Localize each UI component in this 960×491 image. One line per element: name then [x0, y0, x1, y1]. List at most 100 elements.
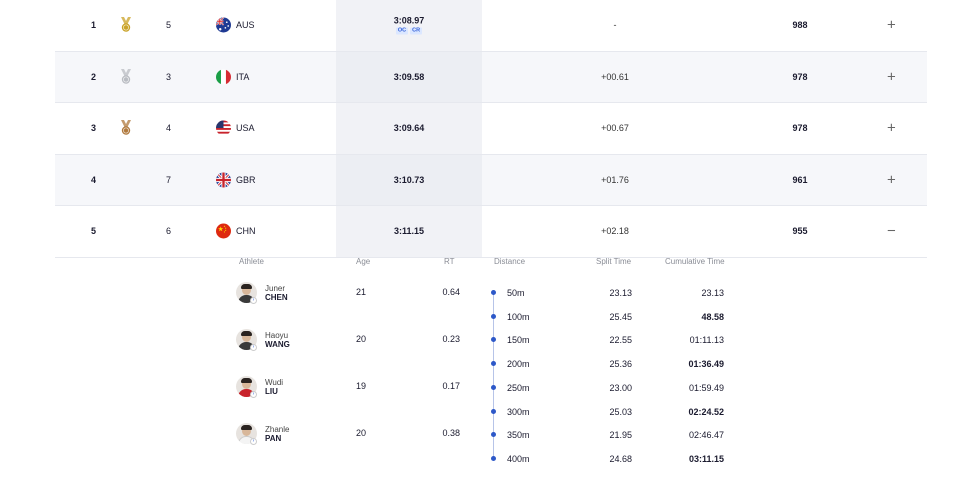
flag-gbr-icon — [216, 172, 231, 188]
expand-icon[interactable]: + — [887, 18, 896, 33]
noc-code: USA — [236, 123, 255, 134]
record-badge: OC — [395, 27, 409, 35]
rank: 1 — [91, 20, 97, 31]
gold-medal-icon — [119, 17, 133, 33]
reaction-time: 0.64 — [442, 287, 460, 297]
points: 961 — [792, 174, 808, 185]
time-value: 3:09.58 — [393, 71, 425, 82]
result-row[interactable]: 4 7 GBR 3:10.73 +01.76 961 + — [55, 154, 927, 206]
athlete-age: 19 — [356, 381, 367, 391]
split-distance: 100m — [507, 311, 530, 322]
cumulative-time: 23.13 — [701, 288, 724, 298]
reaction-time: 0.17 — [442, 381, 460, 391]
split-time: 25.36 — [609, 359, 632, 370]
cumulative-time: 02:46.47 — [688, 430, 724, 441]
time-behind: +01.76 — [601, 174, 629, 185]
header-rt: RT — [444, 257, 455, 266]
result-row[interactable]: 1 5 AUS 3:08.97 OC CR - 988 + — [55, 0, 927, 52]
time-behind: - — [613, 20, 617, 31]
split-time: 25.03 — [609, 406, 632, 417]
bronze-medal-icon — [119, 120, 133, 136]
noc-code: AUS — [236, 20, 255, 31]
time-value: 3:11.15 — [393, 226, 425, 237]
cumulative-time: 01:36.49 — [688, 359, 724, 370]
time-value: 3:08.97 — [393, 15, 425, 26]
expand-icon[interactable]: + — [887, 172, 896, 187]
profile-link-icon[interactable]: › — [250, 391, 257, 398]
athlete-first-name[interactable]: Zhanle — [265, 425, 289, 434]
noc-code: GBR — [236, 174, 256, 185]
split-time: 23.13 — [609, 288, 632, 298]
expand-icon[interactable]: + — [887, 69, 896, 84]
athlete-first-name[interactable]: Haoyu — [265, 331, 288, 340]
split-distance: 350m — [507, 430, 530, 441]
profile-link-icon[interactable]: › — [250, 297, 257, 304]
profile-link-icon[interactable]: › — [250, 438, 257, 445]
header-age: Age — [356, 257, 371, 266]
athlete-first-name[interactable]: Wudi — [265, 378, 283, 387]
header-distance: Distance — [494, 257, 526, 266]
flag-aus-icon — [216, 17, 231, 33]
result-time: 3:11.15 — [336, 226, 482, 236]
flag-ita-icon — [216, 69, 231, 85]
timeline-dot-icon — [491, 313, 496, 319]
split-time: 24.68 — [609, 453, 632, 464]
athlete-age: 20 — [356, 334, 367, 344]
split-distance: 250m — [507, 382, 530, 393]
athlete-age: 21 — [356, 287, 367, 297]
athlete-last-name[interactable]: PAN — [265, 434, 281, 443]
athlete-last-name[interactable]: WANG — [265, 340, 290, 349]
timeline-dot-icon — [491, 408, 496, 414]
athlete-last-name[interactable]: CHEN — [265, 293, 288, 302]
split-distance: 50m — [507, 288, 525, 298]
lane: 5 — [166, 20, 172, 31]
athlete-last-name[interactable]: LIU — [265, 387, 278, 396]
result-time: 3:10.73 — [336, 175, 482, 185]
lane: 4 — [166, 123, 172, 134]
timeline-dot-icon — [491, 432, 496, 438]
results-table: 1 5 AUS 3:08.97 OC CR - 988 +2 3 ITA 3:09.58 +00.61 9… — [55, 0, 927, 258]
relay-detail-panel: Athlete Age RT Distance Split Time Cumulative… — [0, 244, 960, 491]
athlete-age: 20 — [356, 428, 367, 438]
cumulative-time: 02:24.52 — [688, 406, 724, 417]
points: 955 — [792, 226, 808, 237]
result-row[interactable]: 3 4 USA 3:09.64 +00.67 978 + — [55, 103, 927, 155]
reaction-time: 0.38 — [442, 428, 460, 438]
points: 978 — [792, 123, 808, 134]
rank: 4 — [91, 174, 97, 185]
timeline-dot-icon — [491, 337, 496, 343]
timeline-dot-icon — [491, 455, 496, 461]
noc-code: ITA — [236, 71, 250, 82]
time-behind: +00.61 — [601, 71, 629, 82]
time-behind: +00.67 — [601, 123, 629, 134]
time-value: 3:10.73 — [393, 174, 425, 185]
lane: 7 — [166, 174, 172, 185]
split-time: 22.55 — [609, 335, 632, 346]
cumulative-time: 03:11.15 — [688, 453, 724, 464]
profile-link-icon[interactable]: › — [250, 344, 257, 351]
expand-icon[interactable]: + — [887, 121, 896, 136]
result-row[interactable]: 2 3 ITA 3:09.58 +00.61 978 + — [55, 51, 927, 103]
points: 988 — [792, 20, 808, 31]
time-behind: +02.18 — [601, 226, 629, 237]
athlete-first-name[interactable]: Juner — [265, 284, 285, 293]
time-value: 3:09.64 — [393, 123, 425, 134]
rank: 5 — [91, 226, 97, 237]
timeline-dot-icon — [491, 290, 496, 295]
cumulative-time: 01:11.13 — [689, 335, 724, 346]
flag-usa-icon — [216, 120, 231, 136]
header-athlete: Athlete — [239, 257, 264, 266]
result-time: 3:09.58 — [336, 72, 482, 82]
split-distance: 400m — [507, 453, 530, 464]
collapse-icon[interactable]: − — [887, 224, 896, 239]
noc-code: CHN — [236, 226, 256, 237]
split-time: 21.95 — [609, 430, 632, 441]
split-distance: 300m — [507, 406, 530, 417]
reaction-time: 0.23 — [442, 334, 460, 344]
record-badge: CR — [410, 27, 423, 35]
split-time: 25.45 — [609, 311, 632, 322]
rank: 2 — [91, 71, 97, 82]
header-split: Split Time — [596, 257, 632, 266]
lane: 3 — [166, 71, 172, 82]
rank: 3 — [91, 123, 97, 134]
